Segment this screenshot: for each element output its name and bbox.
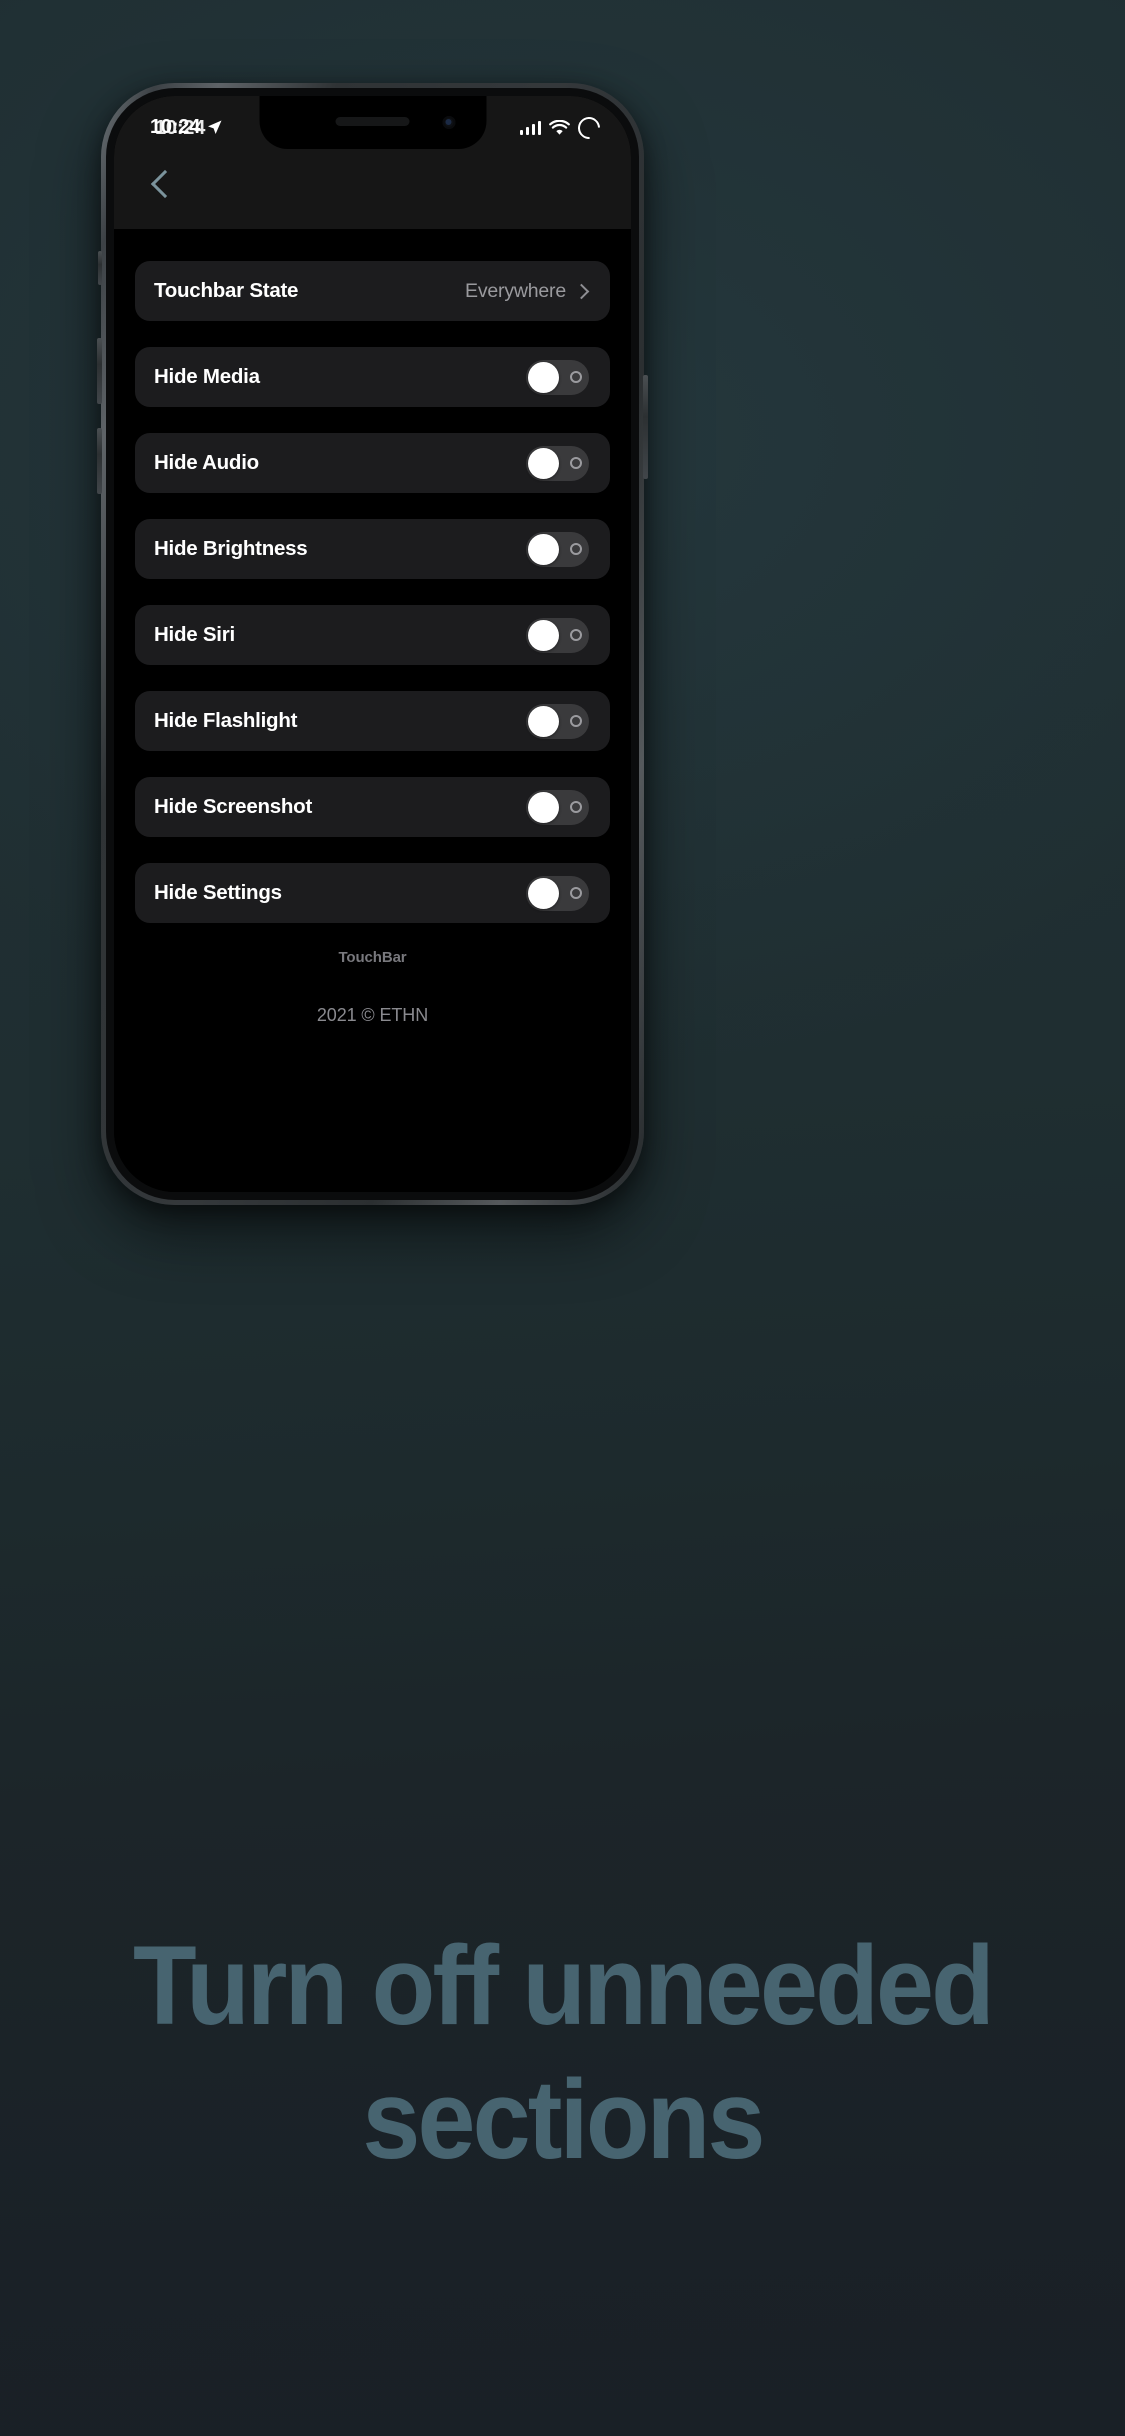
cellular-bars-icon: [519, 120, 541, 135]
settings-list: Touchbar State Everywhere Hide Media Hid…: [114, 229, 631, 1192]
row-label: Hide Flashlight: [154, 709, 298, 732]
row-accessory: Everywhere: [465, 279, 590, 303]
touchbar-app: 10:24 10:24 Touchbar State Everywhere Hi…: [114, 96, 631, 1192]
toggle-off-ring-icon: [570, 542, 582, 555]
status-bar-left: 10:24 10:24: [150, 116, 223, 139]
wifi-icon: [549, 119, 570, 135]
back-button[interactable]: [136, 158, 188, 210]
toggle-hide-brightness[interactable]: [526, 531, 589, 567]
volume-down-button[interactable]: [97, 428, 102, 494]
toggle-knob: [528, 705, 559, 737]
toggle-hide-siri[interactable]: [526, 617, 589, 653]
status-bar-time-ghost: 10:24: [155, 117, 206, 139]
settings-row-hide-flashlight[interactable]: Hide Flashlight: [135, 691, 610, 751]
toggle-off-ring-icon: [570, 370, 582, 383]
row-label: Hide Audio: [154, 451, 259, 474]
toggle-hide-flashlight[interactable]: [526, 703, 589, 739]
settings-row-hide-audio[interactable]: Hide Audio: [135, 433, 610, 493]
toggle-off-ring-icon: [570, 456, 582, 469]
settings-row-hide-media[interactable]: Hide Media: [135, 347, 610, 407]
battery-ring-icon: [573, 111, 605, 144]
settings-row-touchbar-state[interactable]: Touchbar State Everywhere: [135, 261, 610, 321]
settings-row-hide-siri[interactable]: Hide Siri: [135, 605, 610, 665]
toggle-hide-screenshot[interactable]: [526, 789, 589, 825]
row-label: Hide Media: [154, 365, 260, 388]
location-arrow-icon: [208, 120, 222, 134]
row-label: Hide Siri: [154, 623, 235, 646]
footer-brand: TouchBar: [338, 949, 407, 966]
toggle-knob: [528, 533, 559, 565]
promo-caption-line-1: Turn off unneeded: [132, 1923, 995, 2048]
toggle-knob: [528, 447, 559, 479]
settings-row-hide-screenshot[interactable]: Hide Screenshot: [135, 777, 610, 837]
iphone-device-mockup: 10:24 10:24 Touchbar State Everywhere Hi…: [97, 83, 648, 1205]
settings-row-hide-settings[interactable]: Hide Settings: [135, 863, 610, 923]
toggle-off-ring-icon: [570, 886, 582, 899]
toggle-off-ring-icon: [570, 714, 582, 727]
footer-copyright: 2021 © ETHN: [316, 1005, 429, 1025]
status-bar: 10:24 10:24: [114, 96, 631, 149]
row-label: Hide Brightness: [154, 537, 308, 560]
chevron-left-icon: [150, 169, 179, 199]
row-value: Everywhere: [465, 279, 566, 302]
row-label: Hide Screenshot: [154, 795, 313, 818]
status-bar-right: [519, 111, 605, 144]
toggle-hide-media[interactable]: [526, 359, 589, 395]
toggle-knob: [528, 619, 559, 651]
toggle-hide-audio[interactable]: [526, 445, 589, 481]
toggle-knob: [528, 361, 559, 393]
power-button[interactable]: [643, 375, 648, 479]
row-label: Touchbar State: [154, 279, 299, 302]
row-label: Hide Settings: [154, 881, 282, 904]
device-screen: 10:24 10:24 Touchbar State Everywhere Hi…: [114, 96, 631, 1192]
promo-caption-line-2: sections: [362, 2057, 765, 2182]
settings-row-hide-brightness[interactable]: Hide Brightness: [135, 519, 610, 579]
toggle-hide-settings[interactable]: [526, 875, 589, 911]
promo-caption: Turn off unneeded sections: [39, 1930, 1085, 2176]
toggle-knob: [528, 791, 559, 823]
app-footer: TouchBar 2021 © ETHN: [135, 949, 610, 1026]
volume-up-button[interactable]: [97, 338, 102, 404]
toggle-knob: [528, 877, 559, 909]
chevron-right-icon: [573, 283, 590, 299]
status-bar-clock: 10:24 10:24: [150, 116, 205, 139]
toggle-off-ring-icon: [570, 628, 582, 641]
silent-switch-button[interactable]: [98, 251, 102, 285]
toggle-off-ring-icon: [570, 800, 582, 813]
